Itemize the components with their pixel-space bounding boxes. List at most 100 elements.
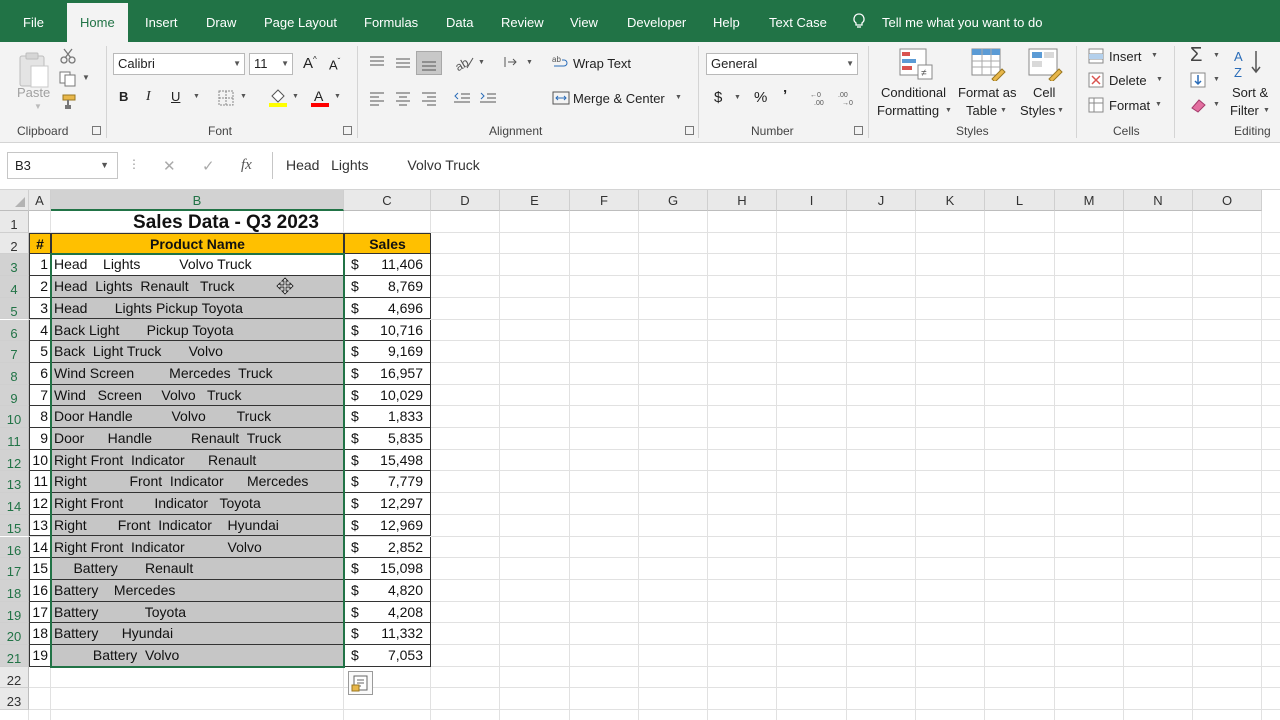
borders-icon[interactable] [218,90,234,106]
product-name-cell[interactable]: Wind Screen Mercedes Truck [51,362,344,385]
row-header-5[interactable]: 5 [0,297,29,320]
row-header-20[interactable]: 20 [0,623,29,645]
copy-icon[interactable] [59,71,77,87]
product-name-cell[interactable]: Right Front Indicator Hyundai [51,514,344,537]
row-number-cell[interactable]: 13 [29,514,51,537]
font-color-dropdown-icon[interactable]: ▼ [334,93,341,100]
row-header-13[interactable]: 13 [0,471,29,494]
wrap-text-button[interactable]: Wrap Text [573,56,631,71]
product-name-cell[interactable]: Back Light Pickup Toyota [51,319,344,342]
product-name-cell[interactable]: Back Light Truck Volvo [51,341,344,363]
sales-cell[interactable]: $7,779 [344,471,431,494]
product-name-cell[interactable]: Battery Renault [51,558,344,580]
fill-down-icon[interactable] [1190,72,1208,88]
decrease-decimal-icon[interactable]: .00→0 [838,89,858,107]
formula-input[interactable]: Head Lights Volvo Truck [272,152,1280,179]
row-number-cell[interactable]: 3 [29,297,51,320]
borders-dropdown-icon[interactable]: ▼ [240,93,247,100]
tab-page-layout[interactable]: Page Layout [264,0,337,42]
tab-file[interactable]: File [23,0,44,42]
product-name-cell[interactable]: Right Front Indicator Volvo [51,536,344,559]
row-header-6[interactable]: 6 [0,319,29,342]
font-size-select[interactable]: 11 ▼ [249,53,293,75]
row-header-11[interactable]: 11 [0,428,29,450]
conditional-formatting-dropdown-icon[interactable]: ▼ [945,107,952,114]
middle-align-icon[interactable] [394,54,412,70]
autosum-dropdown-icon[interactable]: ▼ [1213,52,1220,59]
row-number-cell[interactable]: 19 [29,645,51,667]
currency-dropdown-icon[interactable]: ▼ [734,94,741,101]
format-cells-button[interactable]: Format [1109,98,1150,113]
sales-cell[interactable]: $12,297 [344,493,431,515]
fill-dropdown-icon[interactable]: ▼ [1213,76,1220,83]
product-name-cell[interactable]: Head Lights Volvo Truck [51,254,344,277]
formula-bar-grip-icon[interactable]: ⋮ [128,157,140,171]
tab-view[interactable]: View [570,0,598,42]
insert-cells-dropdown-icon[interactable]: ▼ [1151,52,1158,59]
align-center-icon[interactable] [394,90,412,106]
merge-center-button[interactable]: Merge & Center [573,91,665,106]
row-number-cell[interactable]: 12 [29,493,51,515]
row-number-cell[interactable]: 1 [29,254,51,277]
row-header-23[interactable]: 23 [0,688,29,711]
product-name-cell[interactable]: Wind Screen Volvo Truck [51,384,344,407]
row-header-1[interactable]: 1 [0,211,29,233]
cut-icon[interactable] [60,48,76,64]
underline-dropdown-icon[interactable]: ▼ [193,93,200,100]
clear-eraser-icon[interactable] [1190,97,1208,113]
sales-cell[interactable]: $8,769 [344,276,431,298]
bottom-align-button[interactable] [416,51,442,75]
row-number-cell[interactable]: 14 [29,536,51,559]
row-header-15[interactable]: 15 [0,514,29,537]
column-header-h[interactable]: H [708,190,777,211]
row-number-cell[interactable]: 2 [29,276,51,298]
tab-developer[interactable]: Developer [627,0,686,42]
row-number-cell[interactable]: 10 [29,449,51,472]
clipboard-launcher-icon[interactable] [92,126,101,135]
format-painter-icon[interactable] [59,94,77,110]
insert-function-button[interactable]: fx [241,157,252,174]
product-name-cell[interactable]: Battery Hyundai [51,623,344,645]
format-as-table-button[interactable]: Table [966,103,997,118]
product-name-cell[interactable]: Door Handle Renault Truck [51,428,344,450]
decrease-font-size-icon[interactable]: Aˇ [329,57,340,72]
row-header-4[interactable]: 4 [0,276,29,298]
number-format-select[interactable]: General ▼ [706,53,858,75]
row-header-22[interactable]: 22 [0,666,29,689]
header-cell-number[interactable]: # [29,232,51,255]
row-header-19[interactable]: 19 [0,601,29,624]
autosum-icon[interactable]: Σ [1190,44,1202,67]
cell-styles-dropdown-icon[interactable]: ▼ [1057,107,1064,114]
tab-help[interactable]: Help [713,0,740,42]
tab-home[interactable]: Home [67,0,128,42]
column-header-b[interactable]: B [51,190,344,211]
row-header-21[interactable]: 21 [0,645,29,667]
sales-cell[interactable]: $10,029 [344,384,431,407]
row-header-17[interactable]: 17 [0,558,29,580]
conditional-formatting-button[interactable]: Formatting [877,103,939,118]
sales-cell[interactable]: $1,833 [344,406,431,428]
increase-decimal-icon[interactable]: ←0.00 [810,89,830,107]
row-number-cell[interactable]: 17 [29,601,51,624]
row-header-12[interactable]: 12 [0,449,29,472]
comma-style-button[interactable]: ’ [783,87,787,104]
row-header-16[interactable]: 16 [0,536,29,559]
currency-format-button[interactable]: $ [714,89,722,106]
product-name-cell[interactable]: Battery Mercedes [51,579,344,602]
align-right-icon[interactable] [420,90,438,106]
sales-cell[interactable]: $9,169 [344,341,431,363]
font-launcher-icon[interactable] [343,126,352,135]
sales-cell[interactable]: $11,406 [344,254,431,277]
font-color-icon[interactable]: A [310,88,330,108]
column-header-a[interactable]: A [29,190,51,211]
row-header-7[interactable]: 7 [0,341,29,363]
sales-cell[interactable]: $4,696 [344,297,431,320]
text-direction-dropdown-icon[interactable]: ▼ [526,59,533,66]
copy-dropdown-icon[interactable]: ▼ [82,73,90,82]
row-header-9[interactable]: 9 [0,384,29,407]
cancel-entry-button[interactable]: ✕ [163,157,176,175]
tab-review[interactable]: Review [501,0,544,42]
row-header-3[interactable]: 3 [0,254,29,277]
insert-cells-button[interactable]: Insert [1109,49,1142,64]
row-header-18[interactable]: 18 [0,579,29,602]
